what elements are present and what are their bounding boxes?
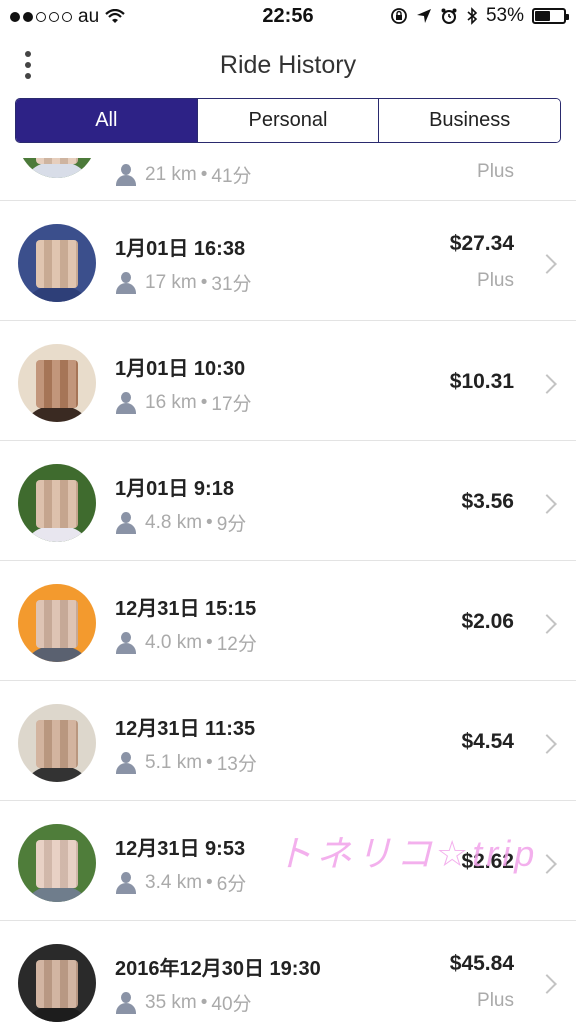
person-icon (115, 871, 137, 894)
status-bar: au 22:56 53% (0, 0, 576, 34)
driver-avatar (18, 944, 96, 1022)
ride-price: $4.54 (461, 730, 514, 753)
ride-duration: 12分 (216, 634, 257, 655)
person-icon (115, 391, 137, 414)
ride-distance: 5.1 km (145, 751, 203, 773)
ride-price: $10.31 (449, 370, 514, 393)
ride-meta: 4.0 km • 12分 (115, 629, 257, 656)
ride-list: 21 km • 41分 Plus 1月01日 16:38 17 km • 31分… (0, 158, 576, 1024)
rotation-lock-icon (391, 8, 407, 24)
ride-distance: 35 km (145, 991, 197, 1013)
segment-all[interactable]: All (16, 99, 197, 142)
location-arrow-icon (416, 9, 431, 23)
ride-price: $27.34 (449, 232, 514, 255)
ride-meta: 4.8 km • 9分 (115, 509, 246, 536)
chevron-right-icon (537, 974, 557, 994)
person-icon (115, 631, 137, 654)
chevron-right-icon (537, 614, 557, 634)
driver-avatar (18, 704, 96, 782)
meta-separator: • (200, 163, 208, 185)
ride-tier: Plus (477, 270, 514, 291)
ride-row[interactable]: 1月01日 9:18 4.8 km • 9分 $3.56 (0, 441, 576, 561)
nav-bar: Ride History (0, 40, 576, 92)
ride-row[interactable]: 1月01日 10:30 16 km • 17分 $10.31 (0, 321, 576, 441)
ride-meta: 3.4 km • 6分 (115, 869, 246, 896)
bluetooth-icon (467, 7, 478, 25)
person-icon (115, 163, 137, 186)
meta-separator: • (206, 511, 213, 533)
ride-date: 1月01日 16:38 (115, 238, 246, 260)
ride-row[interactable]: 12月31日 15:15 4.0 km • 12分 $2.06 (0, 561, 576, 681)
ride-row[interactable]: 12月31日 9:53 3.4 km • 6分 $2.62 (0, 801, 576, 921)
ride-duration: 9分 (216, 514, 247, 535)
ride-row[interactable]: 1月01日 16:38 17 km • 31分 $27.34 Plus (0, 201, 576, 321)
ride-row[interactable]: 2016年12月30日 19:30 35 km • 40分 $45.84 Plu… (0, 921, 576, 1024)
battery-percent: 53% (485, 5, 524, 26)
ride-tier: Plus (477, 161, 514, 182)
ride-duration: 31分 (211, 274, 252, 295)
ride-duration: 41分 (211, 166, 252, 187)
ride-meta: 17 km • 31分 (115, 269, 252, 296)
ride-tier: Plus (477, 990, 514, 1011)
ride-duration: 6分 (216, 874, 247, 895)
person-icon (115, 511, 137, 534)
ride-duration: 17分 (211, 394, 252, 415)
chevron-right-icon (537, 374, 557, 394)
ride-distance: 4.8 km (145, 511, 203, 533)
ride-date: 12月31日 11:35 (115, 718, 256, 740)
ride-price: $2.06 (461, 610, 514, 633)
ride-date: 12月31日 15:15 (115, 598, 257, 620)
ride-meta: 5.1 km • 13分 (115, 749, 257, 776)
page-title: Ride History (219, 51, 357, 79)
ride-meta: 35 km • 40分 (115, 989, 252, 1016)
chevron-right-icon (537, 494, 557, 514)
meta-separator: • (206, 751, 213, 773)
segment-business[interactable]: Business (378, 99, 560, 142)
meta-separator: • (200, 991, 208, 1013)
person-icon (115, 271, 137, 294)
driver-avatar (18, 224, 96, 302)
driver-avatar (18, 158, 96, 178)
driver-avatar (18, 464, 96, 542)
ride-distance: 4.0 km (145, 631, 203, 653)
ride-distance: 16 km (145, 391, 197, 413)
ride-meta: 16 km • 17分 (115, 389, 252, 416)
battery-icon (532, 8, 569, 24)
person-icon (115, 751, 137, 774)
person-icon (115, 991, 137, 1014)
ride-row[interactable]: 21 km • 41分 Plus (0, 158, 576, 201)
driver-avatar (18, 584, 96, 662)
ride-distance: 3.4 km (145, 871, 203, 893)
meta-separator: • (206, 871, 213, 893)
ride-price: $3.56 (461, 490, 514, 513)
ride-filter-segmented-control: All Personal Business (15, 98, 561, 143)
ride-date: 1月01日 9:18 (115, 478, 234, 500)
ride-date: 12月31日 9:53 (115, 838, 246, 860)
ride-date: 1月01日 10:30 (115, 358, 246, 380)
ride-duration: 40分 (211, 994, 252, 1015)
ride-meta: 21 km • 41分 (115, 161, 252, 188)
chevron-right-icon (537, 734, 557, 754)
driver-avatar (18, 824, 96, 902)
ride-row[interactable]: 12月31日 11:35 5.1 km • 13分 $4.54 (0, 681, 576, 801)
meta-separator: • (206, 631, 213, 653)
ride-date: 2016年12月30日 19:30 (115, 958, 321, 980)
status-right: 53% (390, 5, 569, 27)
chevron-right-icon (537, 854, 557, 874)
chevron-right-icon (537, 254, 557, 274)
ride-price: $45.84 (449, 952, 514, 975)
meta-separator: • (200, 271, 208, 293)
driver-avatar (18, 344, 96, 422)
segment-personal[interactable]: Personal (196, 99, 379, 142)
alarm-icon (441, 8, 457, 24)
meta-separator: • (200, 391, 208, 413)
ride-price: $2.62 (461, 850, 514, 873)
ride-distance: 17 km (145, 271, 197, 293)
ride-distance: 21 km (145, 163, 197, 185)
ride-duration: 13分 (216, 754, 257, 775)
